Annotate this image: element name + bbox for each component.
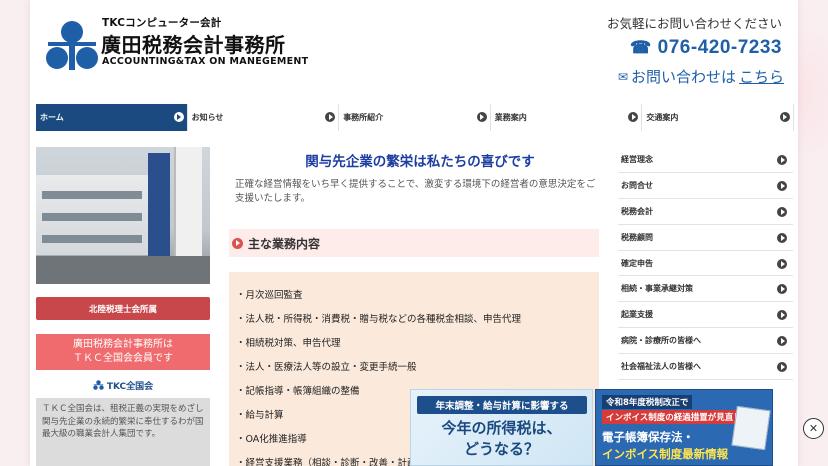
company-name[interactable]: 廣田税務会計事務所 [101, 29, 286, 58]
banner2-line3: 電子帳簿保存法・ [602, 430, 694, 444]
income-tax-banner[interactable]: 年末調整・給与計算に影響する 今年の所得税は、 どうなる？ [410, 389, 593, 466]
mail-icon: ✉ [617, 69, 628, 84]
nav-label: 業務案内 [494, 113, 527, 122]
arrow-right-icon [777, 362, 787, 373]
service-item: ・月次巡回監査 [236, 290, 303, 301]
sidebar-item-label: 税務会計 [621, 206, 653, 216]
arrow-right-icon [777, 232, 787, 243]
sidebar-item-label: 相続・事業承継対策 [621, 284, 693, 294]
tkc-logo-icon[interactable] [46, 20, 98, 70]
intro-text: 正確な経営情報をいち早く提供することで、激変する環境下の経営者の意思決定をご支援… [235, 179, 596, 204]
tkc-badge-label: TKC全国会 [106, 381, 154, 392]
sidebar-item-startup[interactable]: 起業支援 [618, 302, 793, 329]
banner2-line4: インボイス制度最新情報 [602, 447, 729, 461]
banner2-line2: インボイス制度の経過措置が見直し [602, 410, 746, 424]
tax-association-button[interactable]: 北陸税理士会所属 [36, 297, 210, 320]
arrow-right-icon [628, 112, 639, 122]
nav-item-office[interactable]: 事務所紹介 [339, 104, 491, 131]
invoice-system-banner[interactable]: 令和8年度税制改正で インボイス制度の経過措置が見直し 電子帳簿保存法・ インボ… [595, 389, 773, 466]
inquiry-prefix: お問い合わせは [630, 68, 736, 86]
sidebar-item-philosophy[interactable]: 経営理念 [618, 147, 793, 173]
close-banner-button[interactable]: ✕ [803, 418, 824, 439]
arrow-right-icon [777, 310, 787, 321]
arrow-right-icon [777, 180, 787, 191]
arrow-right-icon [777, 155, 787, 165]
tkc-description: ＴＫＣ全国会は、租税正義の実現をめざし関与先企業の永続的繁栄に奉仕するわが国最大… [36, 398, 210, 466]
arrow-right-icon [325, 112, 336, 122]
sidebar-item-welfare[interactable]: 社会福祉法人の皆様へ [618, 354, 793, 381]
sidebar-item-inheritance[interactable]: 相続・事業承継対策 [618, 276, 793, 303]
service-item: ・法人・医療法人等の設立・変更手続一般 [236, 362, 417, 373]
tkc-small-logo-icon [93, 380, 104, 390]
banner2-line1: 令和8年度税制改正で [602, 395, 693, 409]
sidebar-item-label: 税務顧問 [621, 232, 653, 242]
sidebar-item-label: 社会福祉法人の皆様へ [621, 362, 701, 372]
arrow-right-icon [777, 258, 787, 269]
sidebar-item-label: お問合せ [621, 180, 653, 190]
contact-lead: お気軽にお問い合わせください [606, 16, 782, 31]
close-icon: ✕ [808, 422, 819, 435]
services-heading: 主な業務内容 [229, 229, 599, 257]
banner1-line2: どうなる？ [463, 440, 539, 458]
phone-icon: ☎ [629, 38, 652, 57]
phone-number: 076-420-7233 [657, 37, 782, 58]
bullet-arrow-icon [232, 237, 243, 249]
company-english: ACCOUNTING&TAX ON MANEGEMENT [102, 56, 309, 67]
nav-label: 交通案内 [646, 113, 679, 122]
sidebar-menu: 経営理念 お問合せ 税務会計 税務顧問 確定申告 相続・事業承継対策 起業支援 … [618, 147, 793, 381]
main-nav: ホーム お知らせ 事務所紹介 業務案内 交通案内 [36, 104, 794, 131]
office-building-photo [36, 147, 210, 284]
nav-label: ホーム [40, 113, 64, 122]
member-line-2: ＴＫＣ全国会会員です [73, 353, 173, 364]
sidebar-item-contact[interactable]: お問合せ [618, 172, 793, 199]
sidebar-item-label: 経営理念 [621, 154, 653, 164]
sidebar-item-tax-advisor[interactable]: 税務顧問 [618, 224, 793, 251]
company-group: TKCコンピューター会計 [102, 17, 222, 29]
sidebar-item-label: 起業支援 [621, 310, 653, 320]
sidebar-item-tax-return[interactable]: 確定申告 [618, 250, 793, 277]
sidebar-item-label: 確定申告 [621, 258, 653, 268]
arrow-right-icon [779, 112, 790, 122]
arrow-right-icon [173, 112, 184, 122]
banner1-line1: 今年の所得税は、 [441, 419, 562, 437]
sidebar-item-label: 病院・診療所の皆様へ [621, 336, 701, 346]
service-item: ・法人税・所得税・消費税・贈与税などの各種税金相談、申告代理 [236, 314, 522, 325]
arrow-right-icon [777, 284, 787, 295]
nav-label: 事務所紹介 [343, 113, 384, 122]
arrow-right-icon [476, 112, 487, 122]
service-item: ・相続税対策、申告代理 [236, 338, 341, 349]
arrow-right-icon [777, 206, 787, 217]
arrow-right-icon [777, 336, 787, 347]
nav-item-news[interactable]: お知らせ [187, 104, 340, 131]
services-heading-label: 主な業務内容 [248, 236, 321, 251]
main-headline: 関与先企業の繁栄は私たちの喜びです [305, 154, 535, 170]
banner1-tag: 年末調整・給与計算に影響する [417, 396, 587, 414]
member-line-1: 廣田税務会計事務所は [73, 339, 173, 350]
sidebar-item-tax-accounting[interactable]: 税務会計 [618, 198, 793, 225]
inquiry-row: ✉ お問い合わせは こちら [618, 66, 784, 87]
sidebar-item-clinics[interactable]: 病院・診療所の皆様へ [618, 328, 793, 355]
inquiry-link[interactable]: こちら [739, 66, 784, 87]
nav-item-services[interactable]: 業務案内 [490, 104, 643, 131]
tkc-member-box[interactable]: 廣田税務会計事務所は ＴＫＣ全国会会員です [36, 334, 210, 370]
nav-item-home[interactable]: ホーム [36, 104, 188, 131]
phone-row[interactable]: ☎ 076-420-7233 [630, 37, 782, 59]
nav-label: お知らせ [191, 113, 224, 122]
tkc-badge[interactable]: TKC全国会 [36, 377, 210, 393]
document-icon [731, 405, 771, 451]
nav-item-access[interactable]: 交通案内 [642, 104, 794, 131]
